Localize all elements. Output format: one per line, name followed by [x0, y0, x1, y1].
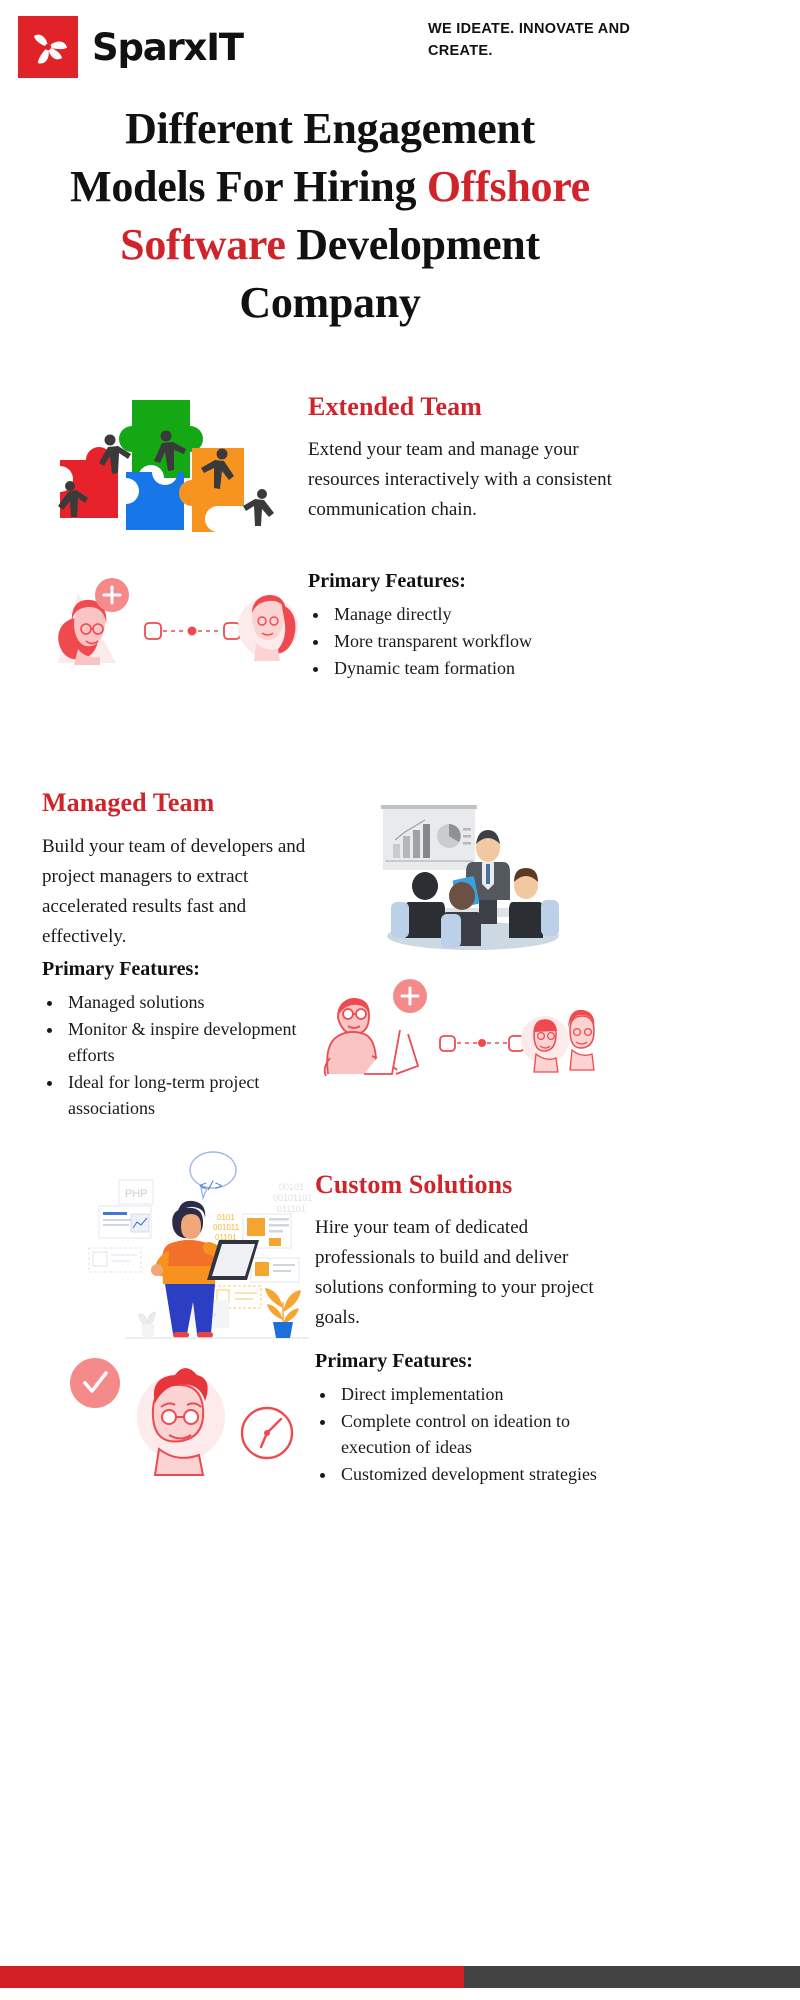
footer-bar-dark — [464, 1966, 800, 1988]
extended-team-text: Extended Team Extend your team and manag… — [308, 392, 618, 525]
custom-solutions-heading: Custom Solutions — [315, 1170, 513, 1199]
features-list: Manage directly More transparent workflo… — [330, 601, 628, 681]
managed-team-description: Build your team of developers and projec… — [42, 836, 306, 948]
svg-text:00101101: 00101101 — [273, 1193, 312, 1203]
section-custom-solutions: PHP </> 00101 00101101 011101 0101 00101… — [0, 1151, 800, 1540]
php-label: PHP — [125, 1188, 148, 1200]
developer-tablet-illustration: PHP </> 00101 00101101 011101 0101 00101… — [88, 1151, 325, 1350]
custom-solutions-text: Custom Solutions Hire your team of dedic… — [315, 1170, 615, 1333]
managed-team-features: Primary Features: Managed solutions Moni… — [42, 958, 342, 1122]
section-managed-team: Managed Team Build your team of develope… — [0, 778, 800, 1128]
footer-bar-red — [0, 1966, 464, 1988]
infographic-page: SparxIT WE IDEATE. INNOVATE AND CREATE. … — [0, 0, 800, 2000]
managed-team-text: Managed Team Build your team of develope… — [42, 788, 332, 952]
puzzle-teamwork-illustration — [40, 382, 290, 552]
checkmark-clock-person-illustration — [55, 1355, 315, 1476]
managed-team-heading: Managed Team — [42, 788, 215, 817]
brand-name: SparxIT — [92, 25, 244, 69]
code-bubble-label: </> — [199, 1179, 223, 1194]
svg-text:001011: 001011 — [213, 1223, 240, 1232]
svg-text:00101: 00101 — [279, 1182, 304, 1192]
title-highlight-offshore: Offshore — [426, 162, 590, 212]
title-line-3b: Development — [285, 220, 540, 270]
svg-text:011101: 011101 — [277, 1204, 306, 1214]
connection-people-illustration — [30, 575, 300, 675]
page-header: SparxIT WE IDEATE. INNOVATE AND CREATE. — [0, 0, 800, 95]
extended-team-heading: Extended Team — [308, 392, 482, 421]
features-label: Primary Features: — [308, 570, 466, 592]
pinwheel-icon — [18, 16, 78, 78]
footer-bar — [0, 1966, 800, 1988]
page-title: Different Engagement Models For Hiring O… — [30, 100, 630, 332]
list-item: Complete control on ideation to executio… — [337, 1408, 635, 1460]
business-meeting-illustration — [355, 786, 585, 951]
list-item: More transparent workflow — [330, 628, 628, 654]
svg-text:0101: 0101 — [217, 1213, 235, 1222]
title-line-1: Different Engagement — [125, 104, 535, 153]
title-line-2a: Models For Hiring — [70, 162, 427, 212]
extended-team-description: Extend your team and manage your resourc… — [308, 439, 612, 521]
custom-solutions-features: Primary Features: Direct implementation … — [315, 1350, 635, 1488]
title-highlight-software: Software — [120, 220, 286, 270]
extended-team-features: Primary Features: Manage directly More t… — [308, 570, 628, 682]
list-item: Customized development strategies — [337, 1461, 635, 1487]
list-item: Direct implementation — [337, 1381, 635, 1407]
features-label: Primary Features: — [42, 958, 200, 980]
custom-solutions-description: Hire your team of dedicated professional… — [315, 1217, 594, 1329]
title-line-4: Company — [239, 278, 421, 328]
laptop-connection-illustration — [300, 978, 600, 1078]
list-item: Manage directly — [330, 601, 628, 627]
features-list: Direct implementation Complete control o… — [337, 1381, 635, 1487]
list-item: Dynamic team formation — [330, 655, 628, 681]
features-label: Primary Features: — [315, 1350, 473, 1372]
brand-logo[interactable]: SparxIT — [18, 16, 244, 78]
brand-tagline: WE IDEATE. INNOVATE AND CREATE. — [428, 21, 631, 60]
